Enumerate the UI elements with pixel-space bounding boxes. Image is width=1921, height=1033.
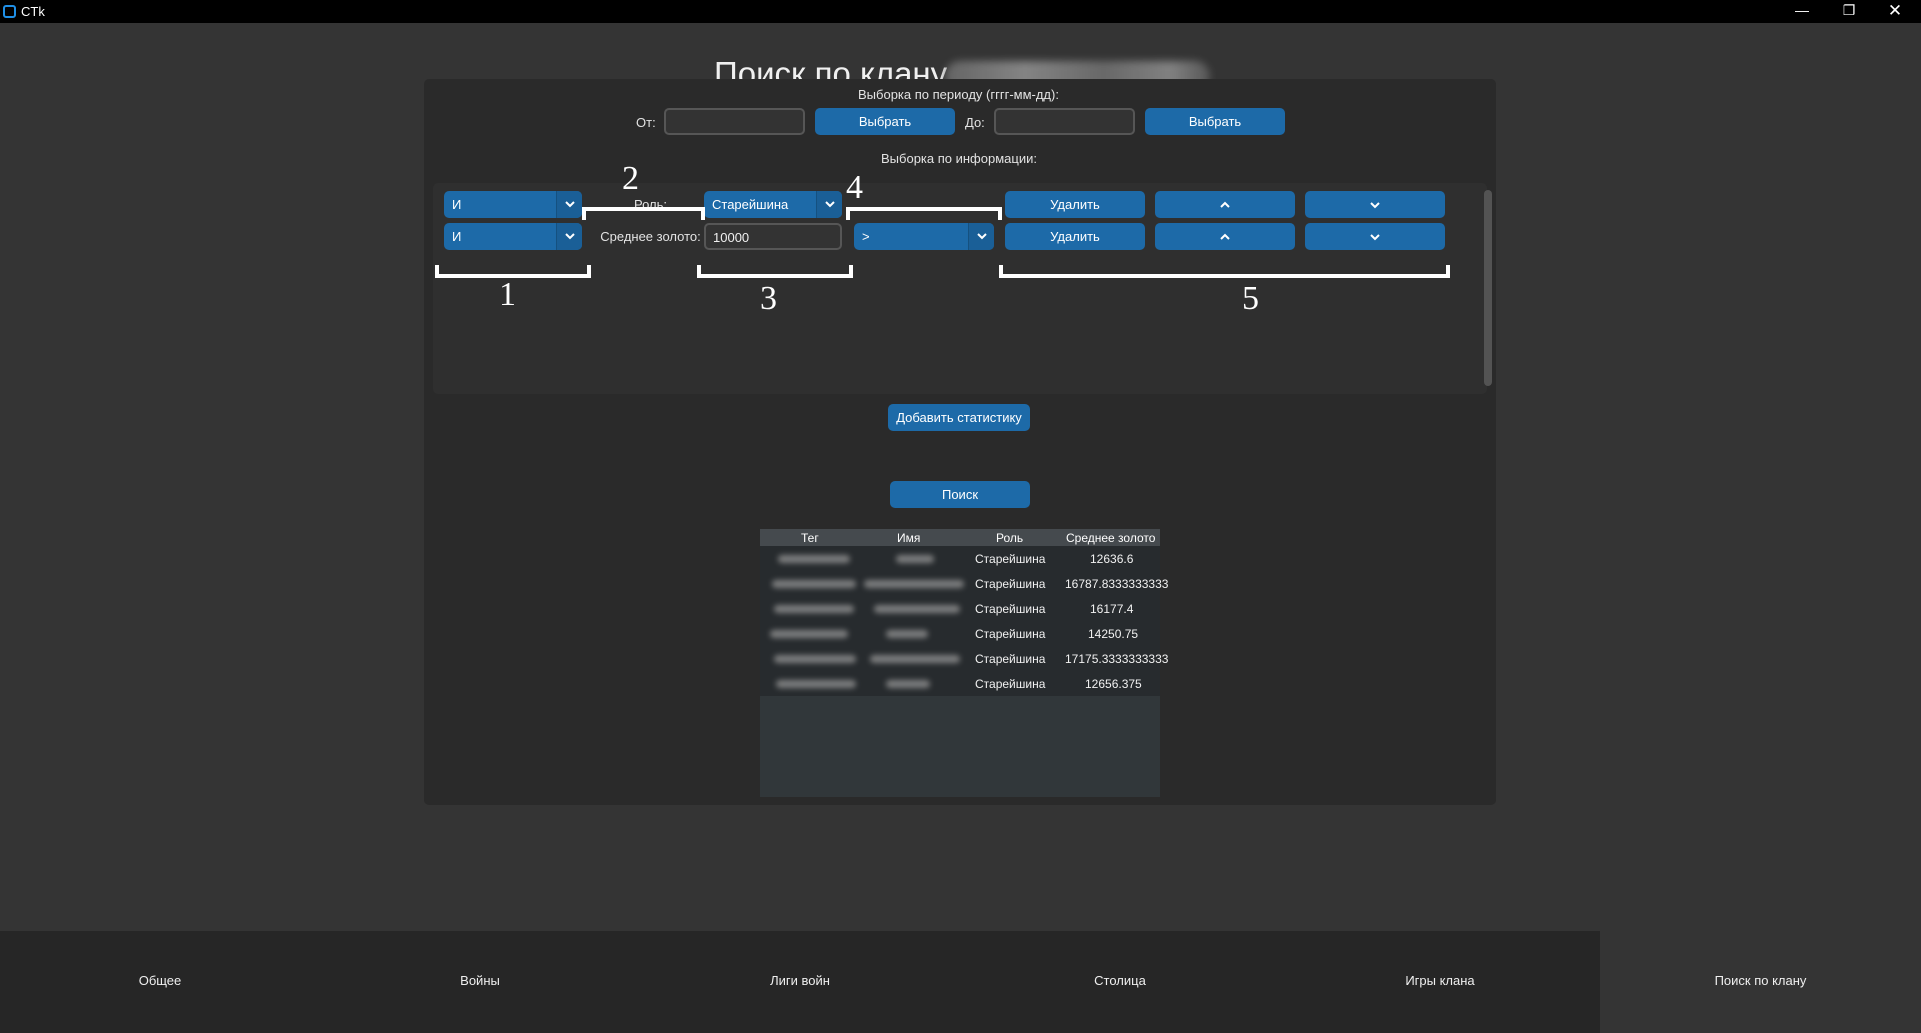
annotation-number-5: 5 bbox=[1242, 280, 1259, 317]
bottom-nav: Общее Войны Лиги войн Столица Игры клана… bbox=[0, 931, 1921, 1033]
move-up-button-row2[interactable] bbox=[1155, 223, 1295, 250]
table-row[interactable]: Старейшина 14250.75 bbox=[760, 621, 1160, 646]
column-header-tag: Тег bbox=[801, 531, 819, 545]
info-label: Выборка по информации: bbox=[881, 151, 1037, 166]
cell-role: Старейшина bbox=[975, 627, 1046, 641]
from-select-button[interactable]: Выбрать bbox=[815, 108, 955, 135]
cell-avg-gold: 12636.6 bbox=[1090, 552, 1134, 566]
blurred-tag bbox=[776, 680, 856, 688]
chevron-up-icon bbox=[1220, 233, 1230, 240]
column-header-name: Имя bbox=[897, 531, 921, 545]
column-header-role: Роль bbox=[996, 531, 1024, 545]
to-label: До: bbox=[965, 115, 985, 130]
field-label-row2: Среднее золото: bbox=[600, 229, 701, 244]
table-row[interactable]: Старейшина 12656.375 bbox=[760, 671, 1160, 696]
annotation-number-4: 4 bbox=[846, 169, 863, 206]
nav-item-war-leagues[interactable]: Лиги войн bbox=[640, 931, 960, 1033]
delete-button-row2[interactable]: Удалить bbox=[1005, 223, 1145, 250]
blurred-name bbox=[864, 580, 964, 588]
chevron-down-icon[interactable] bbox=[968, 223, 994, 250]
cell-avg-gold: 12656.375 bbox=[1085, 677, 1142, 691]
to-date-input[interactable] bbox=[994, 108, 1135, 135]
value-combo-text: Старейшина bbox=[712, 197, 789, 212]
blurred-name bbox=[896, 555, 934, 563]
logic-combo-value: И bbox=[452, 229, 462, 244]
blurred-name bbox=[886, 630, 928, 638]
chevron-down-icon[interactable] bbox=[556, 191, 582, 218]
cell-avg-gold: 17175.3333333333 bbox=[1065, 652, 1169, 666]
blurred-tag bbox=[770, 630, 848, 638]
value-combo-row1[interactable]: Старейшина bbox=[704, 191, 842, 218]
search-panel: Выборка по периоду (гггг-мм-дд): От: Выб… bbox=[424, 79, 1496, 805]
cell-avg-gold: 16787.8333333333 bbox=[1065, 577, 1169, 591]
annotation-number-3: 3 bbox=[760, 280, 777, 317]
maximize-button[interactable]: ❐ bbox=[1826, 0, 1872, 23]
nav-item-wars[interactable]: Войны bbox=[320, 931, 640, 1033]
blurred-tag bbox=[772, 580, 856, 588]
operator-combo-value: > bbox=[862, 229, 870, 244]
search-button[interactable]: Поиск bbox=[890, 481, 1030, 508]
nav-item-general[interactable]: Общее bbox=[0, 931, 320, 1033]
window-title: CTk bbox=[21, 4, 45, 19]
chevron-down-icon bbox=[1370, 202, 1380, 209]
add-statistic-button[interactable]: Добавить статистику bbox=[888, 404, 1030, 431]
table-row[interactable]: Старейшина 12636.6 bbox=[760, 546, 1160, 571]
to-select-button[interactable]: Выбрать bbox=[1145, 108, 1285, 135]
annotation-bracket-5 bbox=[999, 265, 1450, 278]
chevron-down-icon[interactable] bbox=[556, 223, 582, 250]
column-header-avg-gold: Среднее золото bbox=[1066, 531, 1156, 545]
period-label: Выборка по периоду (гггг-мм-дд): bbox=[858, 87, 1059, 102]
blurred-tag bbox=[778, 555, 850, 563]
annotation-number-1: 1 bbox=[499, 276, 516, 313]
cell-role: Старейшина bbox=[975, 577, 1046, 591]
table-row[interactable]: Старейшина 17175.3333333333 bbox=[760, 646, 1168, 671]
table-header: Тег Имя Роль Среднее золото bbox=[760, 529, 1160, 546]
results-table: Тег Имя Роль Среднее золото Старейшина 1… bbox=[760, 529, 1168, 797]
table-row[interactable]: Старейшина 16787.8333333333 bbox=[760, 571, 1168, 596]
minimize-button[interactable]: — bbox=[1779, 0, 1825, 23]
cell-role: Старейшина bbox=[975, 602, 1046, 616]
app-logo-icon bbox=[3, 5, 16, 18]
chevron-down-icon[interactable] bbox=[816, 191, 842, 218]
blurred-name bbox=[886, 680, 930, 688]
title-bar: CTk — ❐ ✕ bbox=[0, 0, 1921, 23]
logic-combo-row1[interactable]: И bbox=[444, 191, 582, 218]
logic-combo-value: И bbox=[452, 197, 462, 212]
annotation-bracket-3 bbox=[697, 265, 853, 278]
close-button[interactable]: ✕ bbox=[1872, 0, 1918, 23]
cell-role: Старейшина bbox=[975, 652, 1046, 666]
from-date-input[interactable] bbox=[664, 108, 805, 135]
blurred-name bbox=[870, 655, 960, 663]
cell-avg-gold: 14250.75 bbox=[1088, 627, 1139, 641]
annotation-number-2: 2 bbox=[622, 160, 639, 197]
delete-button-row1[interactable]: Удалить bbox=[1005, 191, 1145, 218]
from-label: От: bbox=[636, 115, 656, 130]
chevron-up-icon bbox=[1220, 201, 1230, 208]
move-up-button-row1[interactable] bbox=[1155, 191, 1295, 218]
cell-role: Старейшина bbox=[975, 552, 1046, 566]
cell-role: Старейшина bbox=[975, 677, 1046, 691]
annotation-bracket-4 bbox=[846, 207, 1002, 220]
chevron-down-icon bbox=[1370, 234, 1380, 241]
move-down-button-row1[interactable] bbox=[1305, 191, 1445, 218]
value-input-row2[interactable]: 10000 bbox=[704, 223, 842, 250]
cell-avg-gold: 16177.4 bbox=[1090, 602, 1134, 616]
logic-combo-row2[interactable]: И bbox=[444, 223, 582, 250]
operator-combo-row2[interactable]: > bbox=[854, 223, 994, 250]
blurred-tag bbox=[774, 605, 854, 613]
nav-item-clan-search[interactable]: Поиск по клану bbox=[1600, 931, 1921, 1033]
blurred-tag bbox=[774, 655, 856, 663]
main-window: Поиск по клану Выборка по периоду (гггг-… bbox=[0, 23, 1921, 931]
nav-item-capital[interactable]: Столица bbox=[960, 931, 1280, 1033]
info-scrollbar[interactable] bbox=[1484, 190, 1492, 386]
nav-item-clan-games[interactable]: Игры клана bbox=[1280, 931, 1600, 1033]
table-row[interactable]: Старейшина 16177.4 bbox=[760, 596, 1160, 621]
annotation-bracket-2 bbox=[582, 207, 705, 220]
blurred-name bbox=[874, 605, 960, 613]
move-down-button-row2[interactable] bbox=[1305, 223, 1445, 250]
